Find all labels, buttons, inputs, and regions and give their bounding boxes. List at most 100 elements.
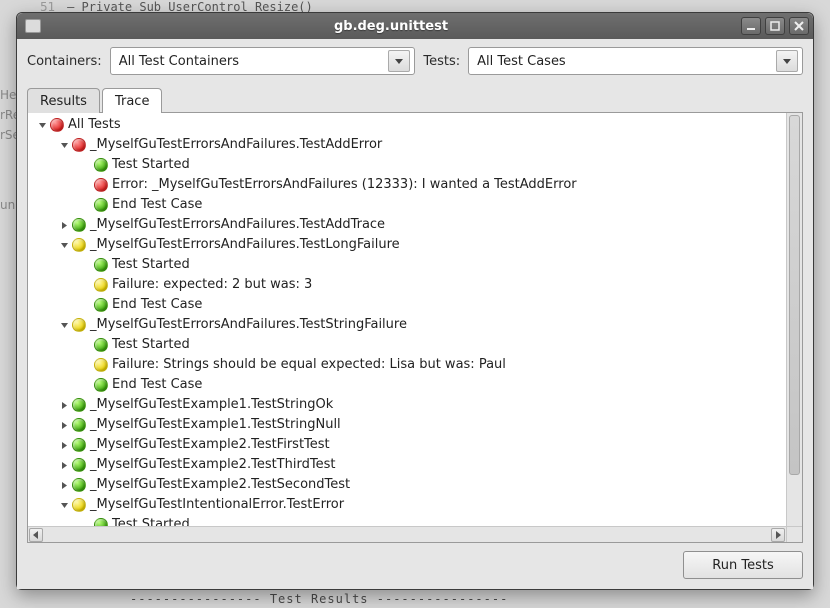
status-green-icon [94, 518, 108, 526]
tree-node[interactable]: _MyselfGuTestErrorsAndFailures.TestLongF… [28, 235, 786, 255]
tree-node-label: Failure: expected: 2 but was: 3 [112, 275, 312, 295]
expander-down-icon[interactable] [58, 239, 70, 251]
tree-node[interactable]: _MyselfGuTestErrorsAndFailures.TestAddEr… [28, 135, 786, 155]
tree-node[interactable]: _MyselfGuTestExample2.TestThirdTest [28, 455, 786, 475]
status-green-icon [94, 298, 108, 312]
tab-trace[interactable]: Trace [102, 88, 163, 113]
close-button[interactable] [789, 17, 809, 35]
tree-node-label: End Test Case [112, 295, 202, 315]
tree-node-label: _MyselfGuTestErrorsAndFailures.TestStrin… [90, 315, 407, 335]
tree-node[interactable]: End Test Case [28, 295, 786, 315]
tests-label: Tests: [423, 54, 460, 69]
tree-node[interactable]: End Test Case [28, 375, 786, 395]
tree-node[interactable]: _MyselfGuTestErrorsAndFailures.TestStrin… [28, 315, 786, 335]
vertical-scrollbar[interactable] [786, 113, 802, 526]
tree-node-label: Error: _MyselfGuTestErrorsAndFailures (1… [112, 175, 577, 195]
containers-label: Containers: [27, 54, 102, 69]
tree-node[interactable]: Test Started [28, 335, 786, 355]
tree-node-label: Test Started [112, 335, 190, 355]
status-yellow-icon [72, 318, 86, 332]
tree-node[interactable]: Test Started [28, 155, 786, 175]
status-yellow-icon [94, 278, 108, 292]
test-tree[interactable]: All Tests_MyselfGuTestErrorsAndFailures.… [28, 113, 786, 526]
tree-node-label: Failure: Strings should be equal expecte… [112, 355, 506, 375]
expander-down-icon[interactable] [58, 319, 70, 331]
titlebar[interactable]: gb.deg.unittest [17, 13, 813, 39]
tree-node-label: _MyselfGuTestExample2.TestFirstTest [90, 435, 330, 455]
tree-node[interactable]: _MyselfGuTestErrorsAndFailures.TestAddTr… [28, 215, 786, 235]
status-green-icon [72, 458, 86, 472]
status-red-icon [72, 138, 86, 152]
status-green-icon [94, 338, 108, 352]
tree-node-label: _MyselfGuTestExample1.TestStringNull [90, 415, 341, 435]
tree-node-label: _MyselfGuTestErrorsAndFailures.TestAddTr… [90, 215, 385, 235]
tree-node[interactable]: Failure: expected: 2 but was: 3 [28, 275, 786, 295]
status-yellow-icon [94, 358, 108, 372]
expander-right-icon[interactable] [58, 439, 70, 451]
status-green-icon [72, 418, 86, 432]
expander-down-icon[interactable] [36, 119, 48, 131]
status-red-icon [94, 178, 108, 192]
tree-node[interactable]: Test Started [28, 255, 786, 275]
tree-node[interactable]: _MyselfGuTestExample1.TestStringNull [28, 415, 786, 435]
window-title: gb.deg.unittest [45, 19, 737, 34]
status-yellow-icon [72, 498, 86, 512]
tree-node-label: Test Started [112, 255, 190, 275]
tree-node-label: _MyselfGuTestExample1.TestStringOk [90, 395, 333, 415]
tree-node[interactable]: Test Started [28, 515, 786, 526]
scroll-left-icon[interactable] [29, 528, 43, 542]
tree-node-label: Test Started [112, 155, 190, 175]
tree-node-label: Test Started [112, 515, 190, 526]
status-green-icon [94, 258, 108, 272]
tree-node[interactable]: All Tests [28, 115, 786, 135]
status-red-icon [50, 118, 64, 132]
expander-right-icon[interactable] [58, 419, 70, 431]
window-system-icon[interactable] [25, 19, 41, 33]
expander-right-icon[interactable] [58, 459, 70, 471]
minimize-button[interactable] [741, 17, 761, 35]
status-green-icon [72, 398, 86, 412]
expander-right-icon[interactable] [58, 219, 70, 231]
tree-node-label: All Tests [68, 115, 121, 135]
chevron-down-icon[interactable] [776, 50, 798, 72]
tree-node[interactable]: _MyselfGuTestExample2.TestSecondTest [28, 475, 786, 495]
tests-dropdown[interactable]: All Test Cases [468, 47, 803, 75]
scroll-right-icon[interactable] [771, 528, 785, 542]
expander-right-icon[interactable] [58, 399, 70, 411]
tree-node-label: _MyselfGuTestExample2.TestSecondTest [90, 475, 350, 495]
tree-node-label: _MyselfGuTestErrorsAndFailures.TestAddEr… [90, 135, 382, 155]
status-green-icon [72, 478, 86, 492]
tree-node[interactable]: _MyselfGuTestIntentionalError.TestError [28, 495, 786, 515]
tree-node[interactable]: _MyselfGuTestExample1.TestStringOk [28, 395, 786, 415]
status-yellow-icon [72, 238, 86, 252]
horizontal-scrollbar[interactable] [28, 526, 786, 542]
scrollbar-corner [786, 526, 802, 542]
expander-down-icon[interactable] [58, 499, 70, 511]
expander-right-icon[interactable] [58, 479, 70, 491]
maximize-button[interactable] [765, 17, 785, 35]
trace-panel: All Tests_MyselfGuTestErrorsAndFailures.… [27, 112, 803, 543]
tree-node[interactable]: Failure: Strings should be equal expecte… [28, 355, 786, 375]
status-green-icon [72, 218, 86, 232]
filters-row: Containers: All Test Containers Tests: A… [27, 47, 803, 75]
tree-node-label: _MyselfGuTestExample2.TestThirdTest [90, 455, 335, 475]
status-green-icon [72, 438, 86, 452]
tree-node-label: End Test Case [112, 375, 202, 395]
run-tests-button[interactable]: Run Tests [683, 551, 803, 579]
tree-node-label: _MyselfGuTestIntentionalError.TestError [90, 495, 344, 515]
tests-dropdown-value: All Test Cases [477, 54, 776, 69]
tree-node[interactable]: _MyselfGuTestExample2.TestFirstTest [28, 435, 786, 455]
tree-node[interactable]: End Test Case [28, 195, 786, 215]
status-green-icon [94, 158, 108, 172]
tabs-bar: Results Trace [27, 87, 803, 112]
containers-dropdown-value: All Test Containers [119, 54, 389, 69]
chevron-down-icon[interactable] [388, 50, 410, 72]
tree-node-label: _MyselfGuTestErrorsAndFailures.TestLongF… [90, 235, 400, 255]
scrollbar-thumb[interactable] [789, 115, 800, 475]
expander-down-icon[interactable] [58, 139, 70, 151]
status-green-icon [94, 198, 108, 212]
tab-results[interactable]: Results [27, 88, 100, 113]
tree-node[interactable]: Error: _MyselfGuTestErrorsAndFailures (1… [28, 175, 786, 195]
containers-dropdown[interactable]: All Test Containers [110, 47, 416, 75]
tree-node-label: End Test Case [112, 195, 202, 215]
